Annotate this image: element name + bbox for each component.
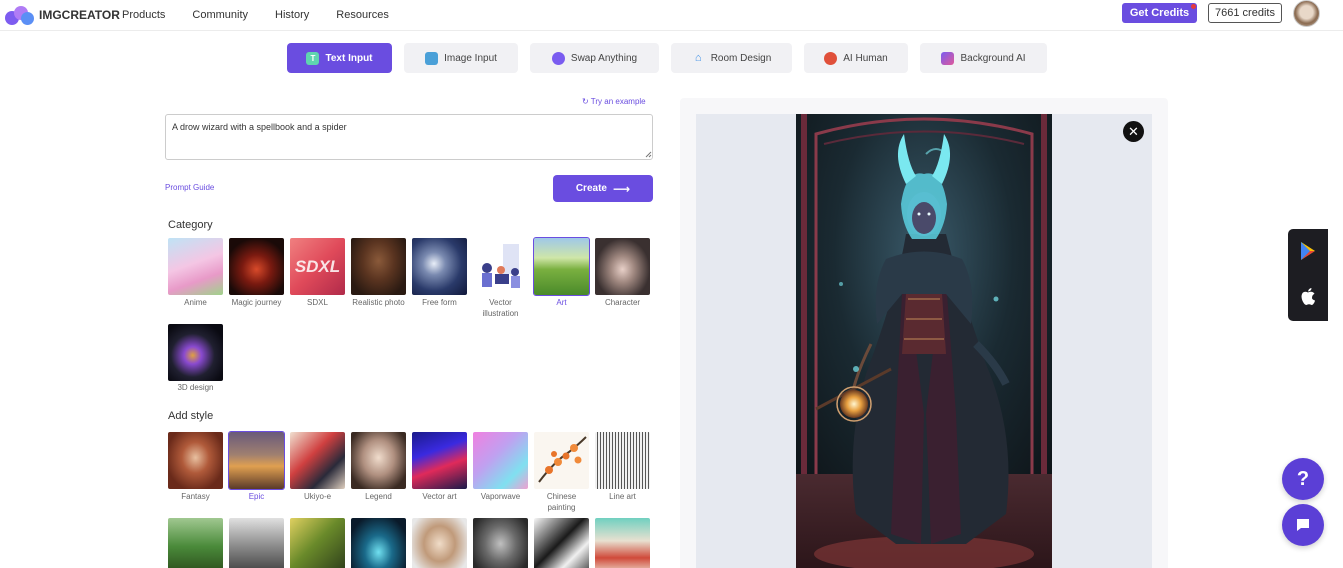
category-magic-journey-thumb[interactable] (229, 238, 284, 295)
style-ukiyo-e-thumb[interactable] (290, 432, 345, 489)
nav-history[interactable]: History (275, 9, 309, 21)
style-legend-thumb[interactable] (351, 432, 406, 489)
style-label: Legend (365, 492, 392, 501)
style-thumb[interactable] (473, 518, 528, 568)
category-label: Vector illustration (482, 298, 519, 318)
create-button[interactable]: Create ⟶ (553, 175, 653, 202)
tab-label: Image Input (444, 52, 497, 64)
category-free-form-thumb[interactable] (412, 238, 467, 295)
style-label: Fantasy (181, 492, 210, 501)
style-thumb[interactable] (351, 518, 406, 568)
category-title: Category (168, 219, 213, 231)
style-label: Chinese painting (546, 492, 577, 512)
tab-room-design[interactable]: ⌂ Room Design (671, 43, 792, 73)
style-vaporwave-thumb[interactable] (473, 432, 528, 489)
logo-icon (5, 4, 35, 26)
try-example-link[interactable]: ↻ Try an example (582, 97, 646, 106)
tab-label: AI Human (843, 52, 888, 64)
nav-resources[interactable]: Resources (336, 9, 389, 21)
tab-text-input[interactable]: T Text Input (287, 43, 392, 73)
style-thumb[interactable] (412, 518, 467, 568)
category-label: 3D design (177, 383, 214, 392)
generated-image-art (796, 114, 1052, 568)
refresh-icon: ↻ (582, 97, 591, 106)
category-art-thumb[interactable] (533, 237, 590, 296)
google-play-icon[interactable] (1297, 240, 1319, 262)
sdxl-art: SDXL (294, 256, 341, 276)
tab-label: Text Input (325, 52, 373, 64)
category-label: Art (556, 298, 567, 307)
category-label: Character (604, 298, 641, 307)
category-realistic-photo-thumb[interactable] (351, 238, 406, 295)
category-label: Anime (184, 298, 207, 307)
resize-handle-icon[interactable] (645, 151, 652, 158)
app-store-sidebar (1288, 229, 1328, 321)
style-vector-art-thumb[interactable] (412, 432, 467, 489)
get-credits-button[interactable]: Get Credits (1122, 3, 1197, 23)
nav-community[interactable]: Community (192, 9, 248, 21)
style-fantasy-thumb[interactable] (168, 432, 223, 489)
category-label: SDXL (307, 298, 328, 307)
top-header: IMGCREATOR Products Community History Re… (0, 0, 1343, 31)
category-label: Magic journey (231, 298, 282, 307)
chat-button[interactable] (1282, 504, 1324, 546)
category-anime-thumb[interactable] (168, 238, 223, 295)
help-button[interactable]: ? (1282, 458, 1324, 500)
style-epic-thumb[interactable] (228, 431, 285, 490)
chinese-painting-art (538, 436, 587, 483)
category-label: Realistic photo (352, 298, 405, 307)
chat-icon (1297, 519, 1309, 531)
tab-swap-anything[interactable]: Swap Anything (530, 43, 659, 73)
tab-ai-human[interactable]: AI Human (804, 43, 908, 73)
image-input-icon (425, 51, 439, 65)
vector-illustration-art (482, 244, 520, 288)
logo-text: IMGCREATOR (39, 8, 120, 22)
text-input-icon: T (306, 51, 320, 65)
style-thumb[interactable] (168, 518, 223, 568)
category-3d-design-thumb[interactable] (168, 324, 223, 381)
get-credits-label: Get Credits (1129, 7, 1190, 19)
create-label: Create (575, 183, 607, 194)
style-thumb[interactable] (229, 518, 284, 568)
tab-label: Swap Anything (570, 52, 638, 64)
arrow-right-icon: ⟶ (612, 181, 631, 196)
style-thumb[interactable] (290, 518, 345, 568)
prompt-guide-link[interactable]: Prompt Guide (165, 183, 214, 192)
help-icon: ? (1296, 467, 1310, 490)
logo[interactable]: IMGCREATOR (5, 4, 120, 26)
credits-badge: 7661 credits (1208, 3, 1282, 23)
room-design-icon: ⌂ (694, 52, 702, 64)
style-label: Ukiyo-e (303, 492, 332, 501)
tab-label: Room Design (710, 52, 772, 64)
generated-image[interactable] (796, 114, 1052, 568)
main-nav: Products Community History Resources (122, 9, 416, 21)
style-thumb[interactable] (534, 518, 589, 568)
style-label: Vector art (422, 492, 457, 501)
style-chinese-painting-thumb[interactable] (534, 432, 589, 489)
style-label: Vaporwave (480, 492, 521, 501)
category-vector-illustration-thumb[interactable] (473, 238, 528, 295)
style-line-art-thumb[interactable] (595, 432, 650, 489)
tab-label: Background AI (960, 52, 1026, 64)
tab-background-ai[interactable]: Background AI (920, 43, 1047, 73)
notification-dot (1191, 4, 1196, 9)
apple-icon[interactable] (1297, 286, 1319, 308)
style-label: Line art (609, 492, 636, 501)
nav-products[interactable]: Products (122, 9, 165, 21)
try-example-label: Try an example (590, 97, 646, 106)
category-sdxl-thumb[interactable]: SDXL (290, 238, 345, 295)
background-ai-icon (941, 51, 955, 65)
style-label: Epic (248, 492, 265, 501)
category-character-thumb[interactable] (595, 238, 650, 295)
close-icon[interactable]: ✕ (1123, 121, 1144, 142)
ai-human-icon (824, 51, 838, 65)
prompt-input[interactable] (165, 114, 653, 160)
category-label: Free form (422, 298, 457, 307)
add-style-title: Add style (168, 410, 214, 422)
swap-icon (551, 51, 565, 65)
tab-image-input[interactable]: Image Input (404, 43, 518, 73)
style-thumb[interactable] (595, 518, 650, 568)
mode-tabs: T Text Input Image Input Swap Anything ⌂… (287, 43, 1059, 73)
user-avatar[interactable] (1293, 0, 1320, 27)
